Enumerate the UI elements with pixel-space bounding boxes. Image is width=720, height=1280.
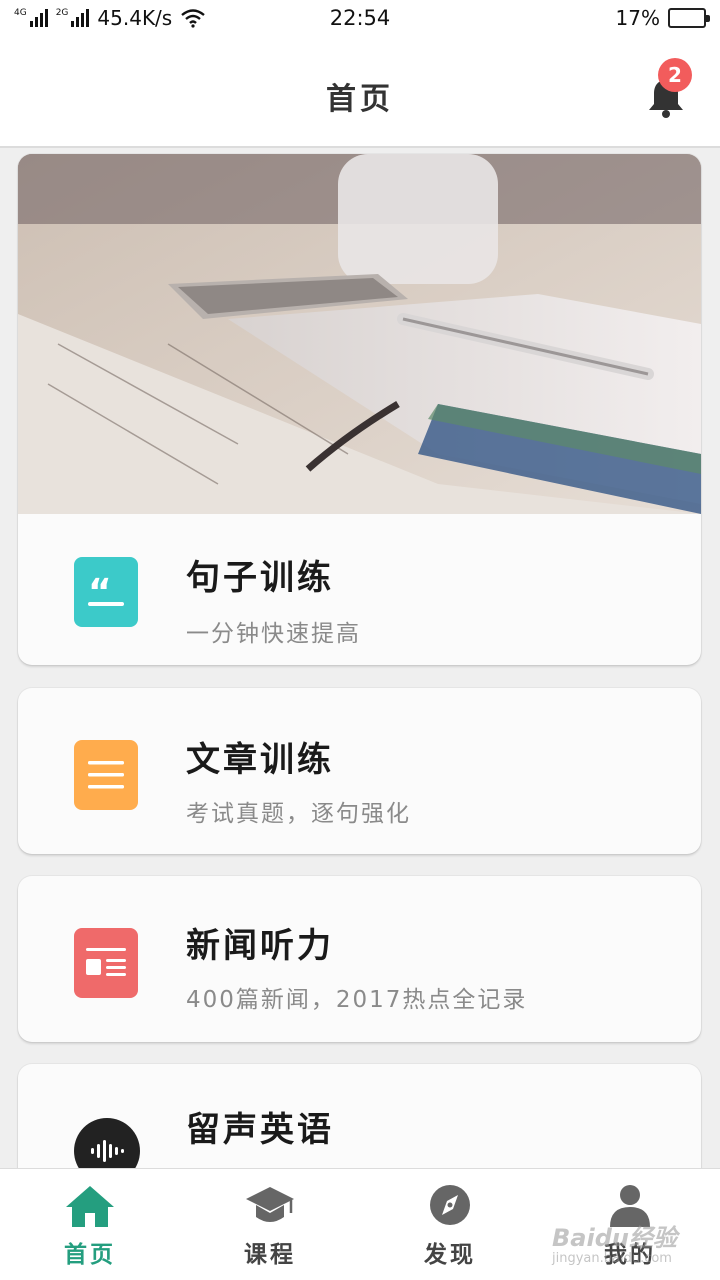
compass-icon bbox=[430, 1185, 470, 1225]
sound-wave-icon bbox=[74, 1118, 140, 1168]
card-title: 句子训练 bbox=[186, 558, 334, 598]
card-subtitle: 400篇新闻，2017热点全记录 bbox=[186, 987, 528, 1013]
card-title: 新闻听力 bbox=[186, 926, 334, 966]
wifi-icon bbox=[181, 9, 205, 28]
watermark-text: Baidu经验 bbox=[552, 1224, 677, 1252]
card-subtitle: 考试真题，逐句强化 bbox=[186, 801, 411, 827]
card-title: 文章训练 bbox=[186, 740, 334, 780]
home-icon bbox=[66, 1186, 114, 1227]
battery-icon bbox=[668, 8, 710, 28]
nav-label: 发现 bbox=[424, 1242, 476, 1268]
baidu-watermark: Baidu经验 jingyan.baidu.com bbox=[552, 1218, 677, 1266]
status-left: 4G 2G 45.4K/s bbox=[14, 6, 206, 30]
nav-label: 首页 bbox=[64, 1242, 116, 1268]
signal-2g-icon: 2G bbox=[56, 9, 90, 27]
network-speed: 45.4K/s bbox=[97, 6, 173, 30]
card-subtitle: 一分钟快速提高 bbox=[186, 621, 361, 647]
network-type-1: 4G bbox=[14, 8, 27, 18]
main-content[interactable]: “ 句子训练 一分钟快速提高 文章训练 考试真题，逐句强化 新闻听力 400篇新… bbox=[0, 150, 720, 1168]
news-listening-card[interactable]: 新闻听力 400篇新闻，2017热点全记录 bbox=[18, 876, 701, 1042]
hero-image-notebook-pen bbox=[18, 154, 701, 514]
app-header: 首页 2 bbox=[0, 36, 720, 148]
status-bar: 4G 2G 45.4K/s 22:54 17% bbox=[0, 0, 720, 36]
voice-english-card[interactable]: 留声英语 bbox=[18, 1064, 701, 1168]
status-right: 17% bbox=[615, 6, 710, 30]
page-title: 首页 bbox=[326, 82, 394, 117]
sentence-training-card[interactable]: “ 句子训练 一分钟快速提高 bbox=[18, 154, 701, 665]
watermark-url: jingyan.baidu.com bbox=[552, 1251, 672, 1266]
article-lines-icon bbox=[74, 740, 138, 810]
article-training-card[interactable]: 文章训练 考试真题，逐句强化 bbox=[18, 688, 701, 854]
card-title: 留声英语 bbox=[186, 1110, 334, 1150]
battery-percent: 17% bbox=[615, 6, 660, 30]
signal-4g-icon: 4G bbox=[14, 9, 48, 27]
nav-label: 课程 bbox=[244, 1242, 296, 1268]
hero-illustration bbox=[18, 154, 701, 514]
card-row: “ 句子训练 一分钟快速提高 bbox=[18, 516, 701, 665]
nav-item-discover[interactable]: 发现 bbox=[360, 1169, 540, 1280]
notification-badge: 2 bbox=[658, 58, 692, 92]
graduation-cap-icon bbox=[246, 1187, 294, 1222]
nav-item-home[interactable]: 首页 bbox=[0, 1169, 180, 1280]
quote-icon: “ bbox=[74, 557, 138, 627]
network-type-2: 2G bbox=[55, 8, 69, 18]
nav-item-courses[interactable]: 课程 bbox=[180, 1169, 360, 1280]
news-icon bbox=[74, 928, 138, 998]
